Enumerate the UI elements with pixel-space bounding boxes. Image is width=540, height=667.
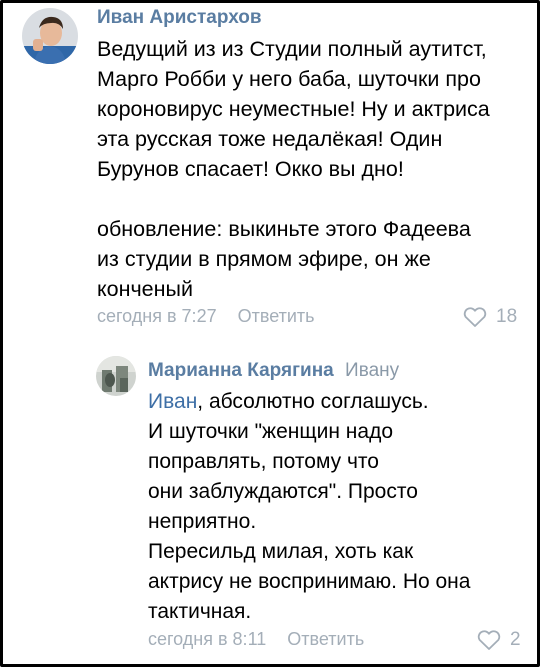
avatar[interactable] [22, 8, 78, 64]
reply-line: Пересильд милая, хоть как [148, 540, 414, 563]
reply-reply-button[interactable]: Ответить [287, 627, 364, 651]
reply-line: неприятно. [148, 510, 257, 533]
mention-link[interactable]: Иван [148, 390, 197, 413]
reply-author[interactable]: Марианна Карягина [148, 360, 334, 381]
heart-outline-icon [463, 307, 487, 327]
reply-line: тактичная. [148, 600, 252, 623]
reply-line: они заблуждаются". Просто [148, 480, 418, 503]
comment-author[interactable]: Иван Аристархов [97, 6, 262, 30]
like-button[interactable]: 18 [462, 305, 517, 329]
comment-line: конченый [97, 277, 193, 301]
comment-line: из студии в прямом эфире, он же [97, 247, 431, 271]
reply-like-button[interactable]: 2 [476, 628, 521, 652]
reply-header: Марианна Карягина Ивану [148, 359, 399, 383]
reply-line: поправлять, потому что [148, 450, 379, 473]
reply-text: Иван, абсолютно соглашусь. И шуточки "же… [148, 387, 533, 627]
avatar-photo [22, 8, 78, 64]
reply-avatar[interactable] [96, 356, 136, 396]
comment-line: эта русская тоже недалёкая! Один [97, 127, 443, 151]
reply-avatar-photo [96, 356, 136, 396]
comment: Иван Аристархов Ведущий из из Студии пол… [0, 0, 540, 340]
comment-line: короновирус неуместные! Ну и актриса [97, 97, 490, 121]
comment-line: Ведущий из из Студии полный аутитст, [97, 37, 487, 61]
reply-button[interactable]: Ответить [238, 304, 315, 328]
comment-line [97, 184, 527, 214]
comment-timestamp: сегодня в 7:27 [97, 306, 217, 326]
comment-text: Ведущий из из Студии полный аутитст, Мар… [97, 34, 527, 304]
reply-like-count: 2 [510, 629, 521, 650]
comment-line: обновление: выкиньте этого Фадеева [97, 217, 471, 241]
reply-target[interactable]: Ивану [345, 360, 399, 381]
reply-timestamp: сегодня в 8:11 [148, 629, 267, 649]
like-count: 18 [496, 306, 518, 327]
reply-first-line-text: , абсолютно соглашусь. [197, 390, 429, 413]
reply-meta: сегодня в 8:11 Ответить [148, 627, 364, 651]
reply-line: И шуточки "женщин надо [148, 420, 393, 443]
comment-meta: сегодня в 7:27 Ответить [97, 304, 315, 328]
comment-line: Марго Робби у него баба, шуточки про [97, 67, 481, 91]
reply-line: Иван, абсолютно соглашусь. [148, 387, 533, 417]
reply-comment: Марианна Карягина Ивану Иван, абсолютно … [0, 340, 540, 660]
heart-outline-icon [477, 630, 501, 650]
reply-line: актрису не воспринимаю. Но она [148, 570, 471, 593]
comment-line: Бурунов спасает! Окко вы дно! [97, 157, 404, 181]
